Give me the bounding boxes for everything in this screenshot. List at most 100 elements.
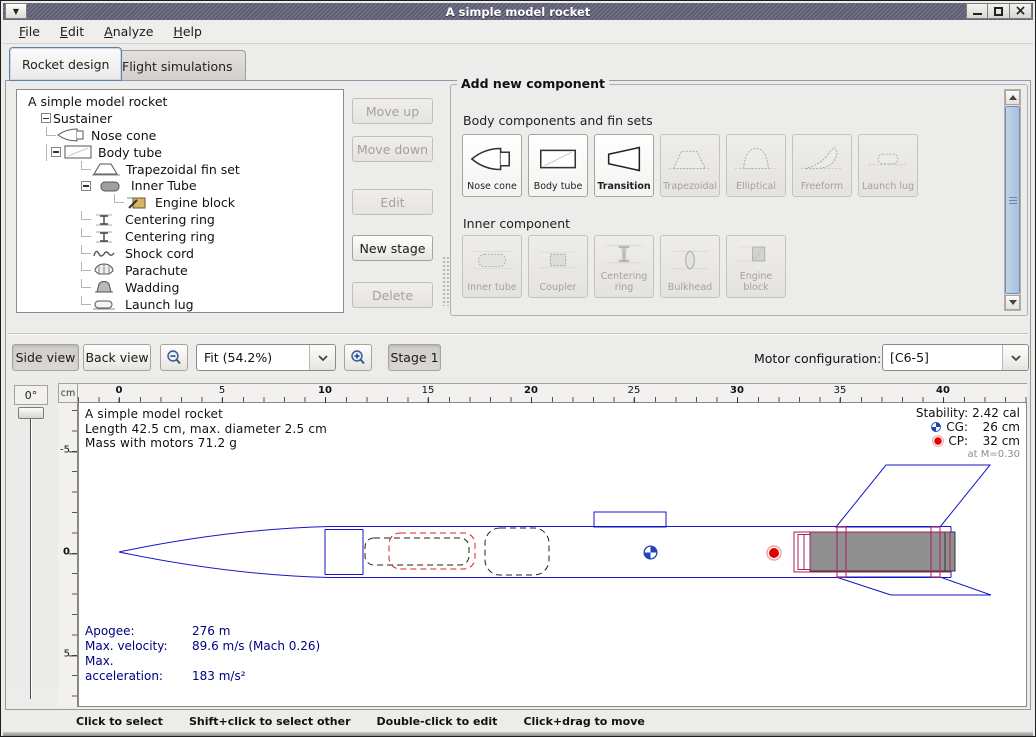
engine-block-icon xyxy=(124,195,150,211)
tree-item-body-tube[interactable]: Body tube xyxy=(17,144,343,161)
nose-cone-icon xyxy=(56,127,86,143)
horizontal-ruler: 0 5 10 15 20 25 30 35 40 xyxy=(78,383,1027,403)
inner-tube-icon xyxy=(98,178,122,194)
menu-edit[interactable]: Edit xyxy=(52,21,92,42)
tree-item-nose-cone[interactable]: Nose cone xyxy=(17,127,343,144)
body-tube-icon xyxy=(535,135,581,182)
status-bar: Click to select Shift+click to select ot… xyxy=(3,712,1033,731)
add-elliptical-fin-button[interactable]: Elliptical xyxy=(726,134,786,197)
minimize-icon xyxy=(973,8,982,15)
tree-item-wadding[interactable]: Wadding xyxy=(17,279,343,296)
zoom-out-button[interactable] xyxy=(160,344,188,371)
max-acceleration-label: Max. acceleration: xyxy=(85,654,192,684)
delete-button[interactable]: Delete xyxy=(352,282,433,308)
add-freeform-fin-button[interactable]: Freeform xyxy=(792,134,852,197)
parachute-icon xyxy=(91,262,117,278)
add-nose-cone-button[interactable]: Nose cone xyxy=(462,134,522,197)
flight-stats: Apogee:276 m Max. velocity:89.6 m/s (Mac… xyxy=(85,624,320,684)
add-inner-tube-button[interactable]: Inner tube xyxy=(462,235,522,298)
tree-item-centering-ring-1[interactable]: Centering ring xyxy=(17,211,343,228)
add-trapezoidal-fin-button[interactable]: Trapezoidal xyxy=(660,134,720,197)
mach-note: at M=0.30 xyxy=(916,449,1020,460)
rotation-angle-label: 0° xyxy=(14,385,48,405)
menu-bar: File Edit Analyze Help xyxy=(3,20,1033,44)
menu-file[interactable]: File xyxy=(11,21,48,42)
title-bar[interactable]: ▼ A simple model rocket × xyxy=(3,3,1033,20)
coupler-icon xyxy=(535,236,581,283)
collapse-icon[interactable] xyxy=(41,113,51,123)
inner-tube-icon xyxy=(469,236,515,283)
close-button[interactable]: × xyxy=(1010,3,1032,19)
chevron-down-icon xyxy=(1002,345,1028,370)
new-stage-button[interactable]: New stage xyxy=(352,235,433,261)
menu-help[interactable]: Help xyxy=(165,21,210,42)
centering-ring-icon xyxy=(601,236,647,272)
motor-configuration-label: Motor configuration: xyxy=(754,351,881,366)
arrow-up-icon xyxy=(1009,95,1017,100)
motor-configuration-value: [C6-5] xyxy=(883,350,1002,365)
maximize-icon xyxy=(994,7,1003,16)
scroll-down-button[interactable] xyxy=(1005,295,1020,310)
window-resize-edge[interactable] xyxy=(3,732,1033,736)
tab-rocket-design[interactable]: Rocket design xyxy=(9,47,122,81)
cp-value: 32 cm xyxy=(972,434,1020,448)
tree-item-sustainer[interactable]: Sustainer xyxy=(17,110,343,127)
rocket-design-panel: A simple model rocket Sustainer Nose con… xyxy=(5,80,1031,710)
rotation-slider-handle[interactable] xyxy=(18,407,44,419)
stage-1-button[interactable]: Stage 1 xyxy=(388,344,441,371)
maximize-button[interactable] xyxy=(988,3,1010,19)
collapse-icon[interactable] xyxy=(51,147,61,157)
add-bulkhead-button[interactable]: Bulkhead xyxy=(660,235,720,298)
stability-label: Stability: xyxy=(916,406,968,420)
motor-configuration-combo[interactable]: [C6-5] xyxy=(882,344,1029,371)
arrow-down-icon xyxy=(1009,300,1017,305)
shock-cord-icon xyxy=(91,245,117,261)
add-body-tube-button[interactable]: Body tube xyxy=(528,134,588,197)
close-icon: × xyxy=(1015,6,1027,16)
magnifier-minus-icon xyxy=(165,349,183,367)
tree-item-inner-tube[interactable]: Inner Tube xyxy=(17,177,343,194)
zoom-level-combo[interactable]: Fit (54.2%) xyxy=(196,344,336,371)
ruler-unit-label: cm xyxy=(58,383,78,403)
component-scrollbar[interactable] xyxy=(1004,89,1021,311)
body-tube-icon xyxy=(63,144,93,160)
tab-flight-simulations[interactable]: Flight simulations xyxy=(109,50,246,81)
add-transition-button[interactable]: Transition xyxy=(594,134,654,197)
tree-item-engine-block[interactable]: Engine block xyxy=(17,194,343,211)
component-tree[interactable]: A simple model rocket Sustainer Nose con… xyxy=(16,89,344,313)
edit-button[interactable]: Edit xyxy=(352,189,433,215)
hint-shift-click: Shift+click to select other xyxy=(189,715,351,728)
group-title: Add new component xyxy=(457,76,609,91)
move-down-button[interactable]: Move down xyxy=(352,136,433,162)
back-view-button[interactable]: Back view xyxy=(83,344,151,371)
stability-info: Stability: 2.42 cal CG: 26 cm CP: 32 cm … xyxy=(916,406,1020,460)
rotation-slider-track[interactable] xyxy=(30,419,32,699)
scroll-up-button[interactable] xyxy=(1005,90,1020,105)
inner-component-label: Inner component xyxy=(463,216,570,231)
zoom-level-value: Fit (54.2%) xyxy=(197,350,309,365)
hint-click-drag: Click+drag to move xyxy=(523,715,644,728)
horizontal-separator xyxy=(8,333,1028,335)
menu-analyze[interactable]: Analyze xyxy=(96,21,161,42)
add-launch-lug-button[interactable]: Launch lug xyxy=(858,134,918,197)
tree-item-parachute[interactable]: Parachute xyxy=(17,262,343,279)
tree-item-centering-ring-2[interactable]: Centering ring xyxy=(17,228,343,245)
scrollbar-thumb[interactable] xyxy=(1005,106,1020,294)
tree-item-shock-cord[interactable]: Shock cord xyxy=(17,245,343,262)
cg-label: CG: xyxy=(946,420,968,434)
cg-value: 26 cm xyxy=(972,420,1020,434)
add-coupler-button[interactable]: Coupler xyxy=(528,235,588,298)
tree-item-trapezoidal-fin-set[interactable]: Trapezoidal fin set xyxy=(17,161,343,178)
vertical-ruler: -5 0 5 xyxy=(58,403,78,707)
zoom-in-button[interactable] xyxy=(344,344,372,371)
minimize-button[interactable] xyxy=(966,3,988,19)
rocket-canvas[interactable]: A simple model rocket Length 42.5 cm, ma… xyxy=(78,403,1027,707)
hint-double-click: Double-click to edit xyxy=(377,715,498,728)
tree-root[interactable]: A simple model rocket xyxy=(17,93,343,110)
side-view-button[interactable]: Side view xyxy=(12,344,79,371)
add-engine-block-button[interactable]: Engine block xyxy=(726,235,786,298)
tree-item-launch-lug[interactable]: Launch lug xyxy=(17,296,343,313)
add-centering-ring-button[interactable]: Centering ring xyxy=(594,235,654,298)
collapse-icon[interactable] xyxy=(81,181,91,191)
move-up-button[interactable]: Move up xyxy=(352,98,433,124)
